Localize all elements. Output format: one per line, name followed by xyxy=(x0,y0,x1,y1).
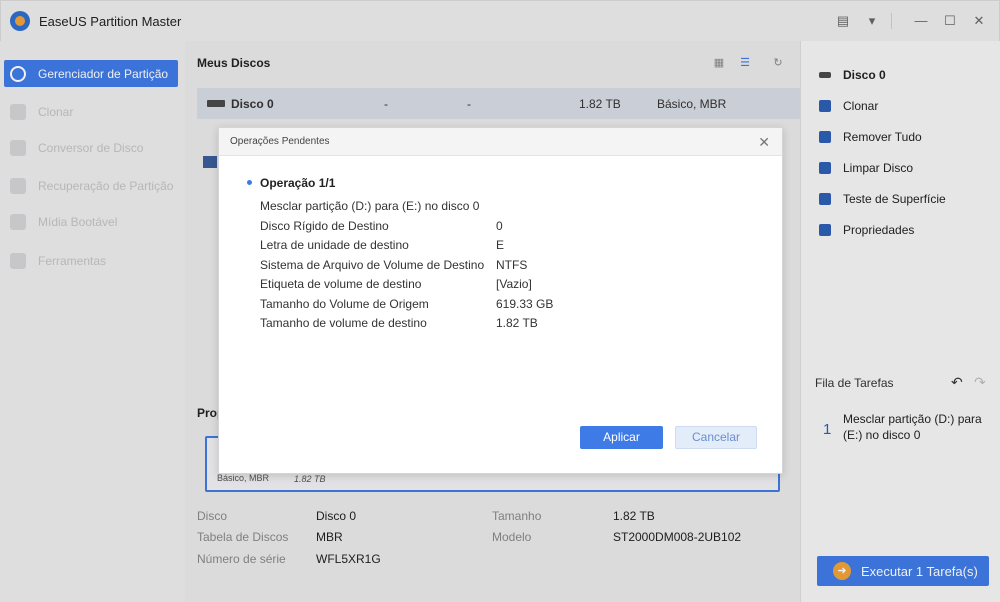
close-icon[interactable]: ✕ xyxy=(758,134,770,151)
detail-key: Tamanho de volume de destino xyxy=(260,316,427,330)
detail-key: Letra de unidade de destino xyxy=(260,238,409,252)
bullet-icon xyxy=(247,180,252,185)
detail-key: Disco Rígido de Destino xyxy=(260,219,389,233)
detail-value: 1.82 TB xyxy=(496,316,538,330)
detail-key: Sistema de Arquivo de Volume de Destino xyxy=(260,258,485,272)
operation-title: Operação 1/1 xyxy=(260,176,336,190)
detail-value: NTFS xyxy=(496,258,528,272)
detail-value: 0 xyxy=(496,219,503,233)
apply-button[interactable]: Aplicar xyxy=(580,426,663,449)
detail-key: Tamanho do Volume de Origem xyxy=(260,297,429,311)
operation-summary: Mesclar partição (D:) para (E:) no disco… xyxy=(260,199,480,213)
pending-operations-dialog: Operações Pendentes ✕ Operação 1/1 Mescl… xyxy=(218,127,783,474)
detail-value: [Vazio] xyxy=(496,277,532,291)
detail-key: Etiqueta de volume de destino xyxy=(260,277,422,291)
detail-value: E xyxy=(496,238,505,252)
dialog-header: Operações Pendentes ✕ xyxy=(219,128,782,156)
dialog-title: Operações Pendentes xyxy=(230,136,330,147)
detail-value: 619.33 GB xyxy=(496,297,554,311)
cancel-button[interactable]: Cancelar xyxy=(675,426,757,449)
